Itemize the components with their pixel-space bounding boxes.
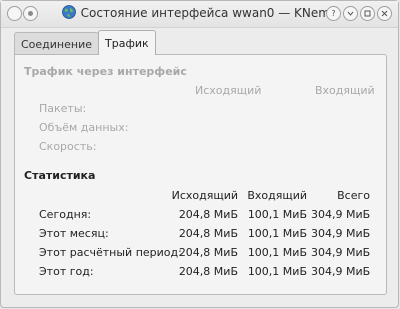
traffic-row-packets: Пакеты: [39,102,87,115]
stats-row-in: 100,1 МиБ [247,227,307,240]
stats-col-outgoing: Исходящий [171,189,238,202]
app-window: Состояние интерфейса wwan0 — KNemo ? Сое… [0,0,399,308]
traffic-col-incoming: Входящий [315,84,375,97]
stats-row-out: 204,8 МиБ [178,227,238,240]
stats-col-incoming: Входящий [247,189,307,202]
tab-traffic[interactable]: Трафик [98,30,156,55]
traffic-section-title: Трафик через интерфейс [24,65,187,78]
stats-section-title: Статистика [24,169,96,182]
stats-row-out: 204,8 МиБ [178,208,238,221]
stats-row-label: Этот расчётный период: [39,246,182,259]
stats-row-label: Этот год: [39,265,94,278]
window-title: Состояние интерфейса wwan0 — KNemo [80,6,338,20]
help-icon[interactable]: ? [326,6,341,21]
stats-row-total: 304,9 МиБ [311,265,371,278]
traffic-row-speed: Скорость: [39,140,97,153]
stats-row-total: 304,9 МиБ [311,227,371,240]
stats-row-in: 100,1 МиБ [247,246,307,259]
title-bar[interactable]: Состояние интерфейса wwan0 — KNemo ? [1,1,398,28]
window-controls: ? [326,6,392,21]
stats-row-total: 304,9 МиБ [311,246,371,259]
stats-row-out: 204,8 МиБ [178,265,238,278]
minimize-icon[interactable] [343,6,358,21]
tab-connection-label: Соединение [21,37,93,51]
traffic-col-outgoing: Исходящий [195,84,262,97]
maximize-icon[interactable] [360,6,375,21]
stats-row-label: Сегодня: [39,208,92,221]
tab-bar: Соединение Трафик [14,30,156,55]
stats-row-label: Этот месяц: [39,227,109,240]
close-icon[interactable] [377,6,392,21]
tab-connection[interactable]: Соединение [14,32,100,55]
traffic-panel: Трафик через интерфейс Исходящий Входящи… [14,54,387,295]
globe-icon [61,5,76,19]
stats-row-in: 100,1 МиБ [247,208,307,221]
stats-col-total: Всего [337,189,370,202]
tab-traffic-label: Трафик [105,36,149,50]
stats-row-in: 100,1 МиБ [247,265,307,278]
traffic-row-data: Объём данных: [39,121,129,134]
stats-row-total: 304,9 МиБ [311,208,371,221]
stats-row-out: 204,8 МиБ [178,246,238,259]
